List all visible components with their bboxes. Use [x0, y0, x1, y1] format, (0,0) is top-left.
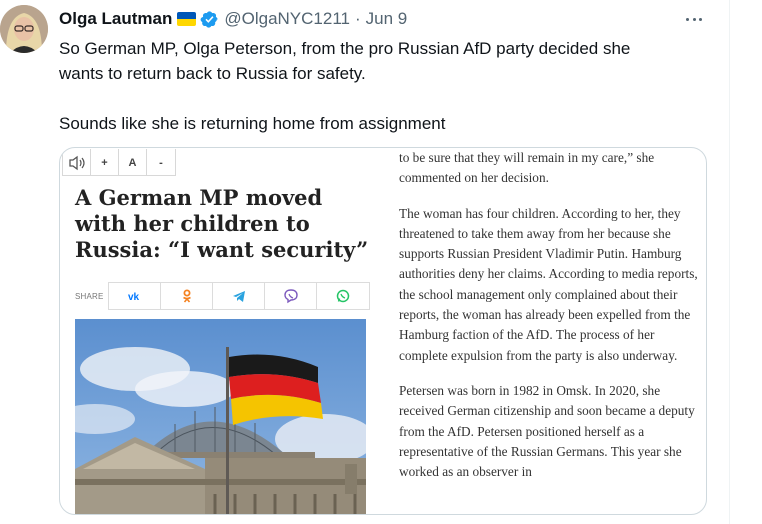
share-label: SHARE: [75, 291, 104, 301]
tweet-text-line-3: Sounds like she is returning home from a…: [59, 114, 446, 133]
column-divider: [729, 0, 730, 524]
article-headline: A German MP moved with her children to R…: [75, 185, 369, 262]
tweet-text-line-2: wants to return back to Russia for safet…: [59, 64, 366, 83]
article-toolbar: + A -: [62, 149, 176, 176]
tweet-header: Olga Lautman @OlgaNYC1211 · Jun 9: [59, 8, 407, 30]
speaker-icon[interactable]: [63, 149, 91, 176]
odnoklassniki-icon[interactable]: [161, 283, 213, 309]
separator-dot: ·: [354, 9, 361, 28]
tweet-text-line-1: So German MP, Olga Peterson, from the pr…: [59, 39, 631, 58]
svg-text:vk: vk: [128, 292, 140, 303]
article-paragraph-1: to be sure that they will remain in my c…: [399, 150, 655, 186]
tweet[interactable]: Olga Lautman @OlgaNYC1211 · Jun 9 So Ger…: [0, 0, 730, 524]
tweet-date[interactable]: Jun 9: [366, 9, 408, 29]
verified-badge-icon[interactable]: [200, 10, 219, 29]
viber-icon[interactable]: [265, 283, 317, 309]
avatar[interactable]: [0, 5, 48, 53]
decrease-font-button[interactable]: -: [147, 149, 175, 176]
ukraine-flag-icon: [177, 12, 197, 26]
vk-icon[interactable]: vk: [109, 283, 161, 309]
article-paragraph-2: The woman has four children. According t…: [399, 205, 698, 363]
tweet-text: So German MP, Olga Peterson, from the pr…: [59, 36, 719, 136]
share-bar: SHARE vk: [75, 282, 370, 310]
whatsapp-icon[interactable]: [317, 283, 369, 309]
reichstag-flag-photo: [75, 319, 366, 514]
telegram-icon[interactable]: [213, 283, 265, 309]
author-handle[interactable]: @OlgaNYC1211: [224, 9, 350, 29]
article-text: to be sure that they will remain in my c…: [399, 148, 699, 497]
attached-image-card[interactable]: + A - A German MP moved with her childre…: [59, 147, 707, 515]
increase-font-button[interactable]: +: [91, 149, 119, 176]
author-name[interactable]: Olga Lautman: [59, 9, 172, 29]
font-size-button[interactable]: A: [119, 149, 147, 176]
more-options-icon[interactable]: [683, 8, 705, 30]
article-paragraph-3: Petersen was born in 1982 in Omsk. In 20…: [399, 382, 695, 480]
